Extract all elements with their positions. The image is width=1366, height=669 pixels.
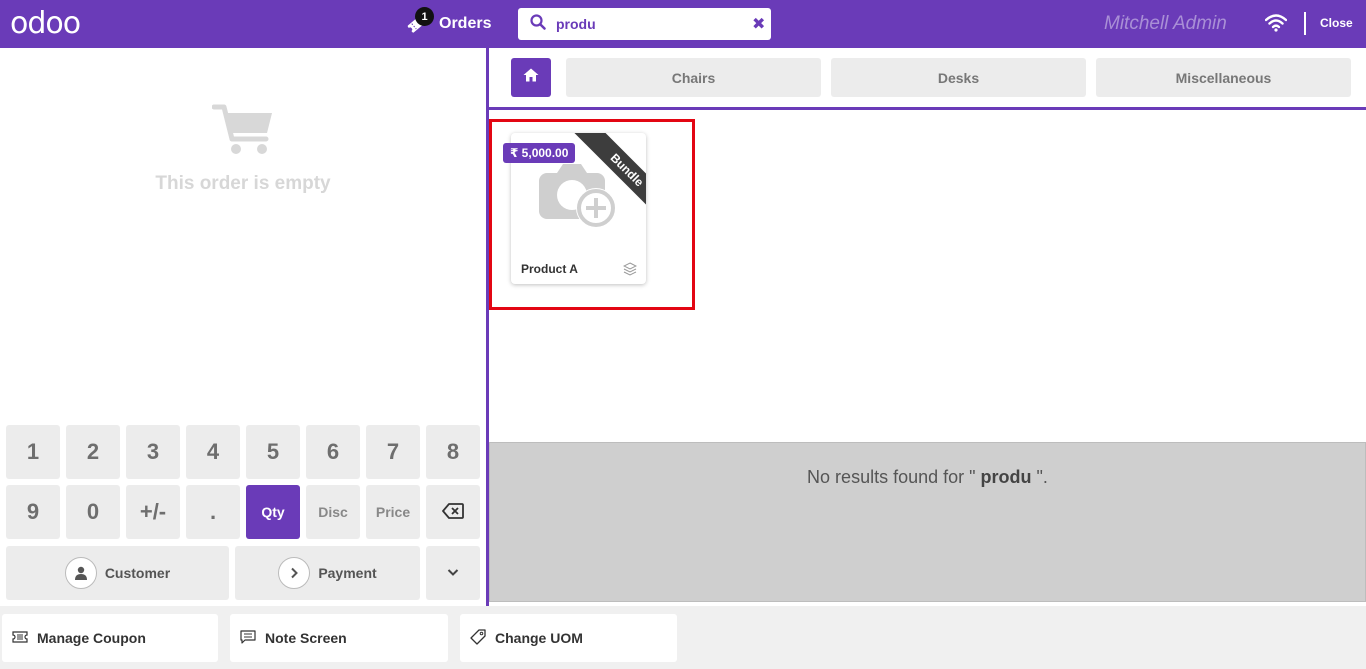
search-icon: [530, 13, 546, 35]
category-desks[interactable]: Desks: [831, 58, 1086, 97]
close-button[interactable]: Close: [1320, 16, 1353, 30]
tag-icon: [470, 628, 495, 648]
qty-mode-button[interactable]: Qty: [246, 485, 300, 539]
search-input[interactable]: [556, 16, 752, 32]
empty-order: This order is empty: [0, 103, 486, 195]
home-category-button[interactable]: [511, 58, 551, 97]
numpad-key-1[interactable]: 1: [6, 425, 60, 479]
numpad-key-9[interactable]: 9: [6, 485, 60, 539]
numpad-key-7[interactable]: 7: [366, 425, 420, 479]
change-uom-button[interactable]: Change UOM: [460, 614, 677, 662]
search-box[interactable]: ✖: [518, 8, 771, 40]
price-mode-button[interactable]: Price: [366, 485, 420, 539]
disc-mode-button[interactable]: Disc: [306, 485, 360, 539]
control-buttons-bar: Manage Coupon Note Screen Change UOM: [0, 606, 1366, 669]
product-name: Product A: [521, 262, 578, 276]
backspace-button[interactable]: [426, 485, 480, 539]
user-name: Mitchell Admin: [1104, 13, 1227, 34]
no-results-message: No results found for " produ ".: [489, 442, 1366, 602]
category-bar: Chairs Desks Miscellaneous: [489, 48, 1366, 110]
order-panel: This order is empty 1 2 3 4 5 6 7 8 9 0 …: [0, 48, 486, 606]
change-uom-label: Change UOM: [495, 630, 583, 646]
numpad-key-2[interactable]: 2: [66, 425, 120, 479]
wifi-icon: [1264, 13, 1288, 33]
chevron-down-icon: [447, 565, 459, 581]
home-icon: [523, 68, 539, 87]
category-chairs[interactable]: Chairs: [566, 58, 821, 97]
numpad-key-4[interactable]: 4: [186, 425, 240, 479]
payment-label: Payment: [318, 565, 377, 581]
odoo-logo: odoo: [10, 6, 81, 41]
orders-label: Orders: [439, 15, 492, 32]
more-actions-button[interactable]: [426, 546, 480, 600]
header-divider: [1304, 12, 1306, 35]
backspace-icon: [442, 499, 464, 525]
no-results-query: produ: [980, 467, 1032, 487]
note-icon: [240, 629, 265, 647]
note-screen-button[interactable]: Note Screen: [230, 614, 448, 662]
clear-search-icon[interactable]: ✖: [752, 14, 765, 34]
chevron-right-icon: [278, 557, 311, 589]
customer-label: Customer: [104, 565, 171, 581]
user-icon: [64, 557, 97, 589]
no-results-suffix: ".: [1031, 467, 1048, 487]
manage-coupon-label: Manage Coupon: [37, 630, 146, 646]
price-tag: ₹ 5,000.00: [503, 143, 576, 163]
category-miscellaneous[interactable]: Miscellaneous: [1096, 58, 1351, 97]
orders-button[interactable]: 1 Orders: [405, 7, 492, 40]
numpad-key-0[interactable]: 0: [66, 485, 120, 539]
numpad-key-8[interactable]: 8: [426, 425, 480, 479]
manage-coupon-button[interactable]: Manage Coupon: [2, 614, 218, 662]
numpad-key-plus-minus[interactable]: +/-: [126, 485, 180, 539]
note-screen-label: Note Screen: [265, 630, 347, 646]
coupon-icon: [12, 630, 37, 646]
no-results-prefix: No results found for ": [807, 467, 981, 487]
numpad-key-dot[interactable]: .: [186, 485, 240, 539]
top-bar: odoo 1 Orders ✖ Mitchell Admin: [0, 0, 1366, 48]
layers-icon: [622, 262, 638, 281]
bundle-ribbon: Bundle: [573, 133, 646, 223]
products-panel: Chairs Desks Miscellaneous Bundle Produc…: [489, 48, 1366, 606]
empty-order-text: This order is empty: [155, 173, 331, 194]
customer-button[interactable]: Customer: [6, 546, 229, 600]
orders-count-badge: 1: [415, 7, 434, 26]
ticket-icon: 1: [405, 7, 434, 35]
payment-button[interactable]: Payment: [235, 546, 420, 600]
cart-icon: [0, 103, 486, 157]
numpad-key-3[interactable]: 3: [126, 425, 180, 479]
numpad-key-6[interactable]: 6: [306, 425, 360, 479]
numpad-key-5[interactable]: 5: [246, 425, 300, 479]
